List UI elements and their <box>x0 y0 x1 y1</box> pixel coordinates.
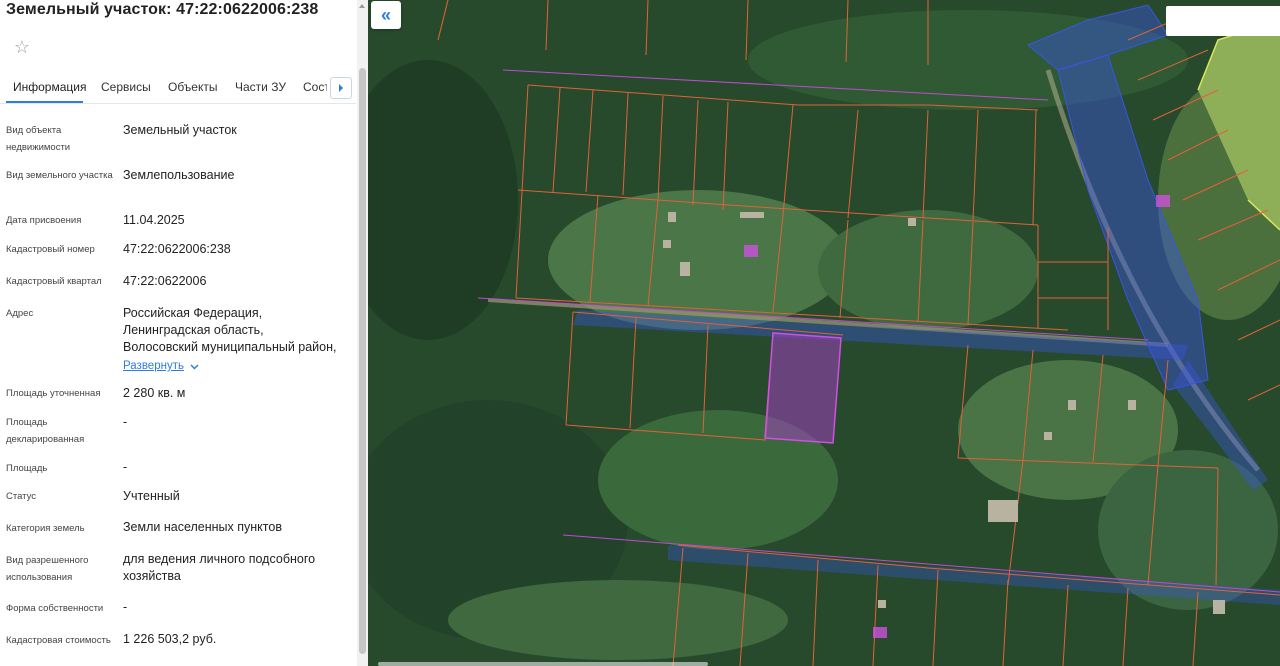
permitted-use-label: Вид разрешенного использования <box>6 555 89 583</box>
area-declared-label: Площадь декларированная <box>6 417 85 445</box>
cadastral-number-value: 47:22:0622006:238 <box>123 242 231 256</box>
cadastral-number-label: Кадастровый номер <box>6 244 95 255</box>
assigned-date-value: 11.04.2025 <box>123 213 185 227</box>
satellite-map[interactable] <box>368 0 1280 666</box>
address-line: Российская Федерация, <box>123 306 263 320</box>
expand-address-link[interactable]: Развернуть <box>123 358 199 375</box>
tab-composition[interactable]: Соста <box>303 80 327 94</box>
ownership-form-label: Форма собственности <box>6 603 104 614</box>
expand-label: Развернуть <box>123 360 184 372</box>
map-horizontal-scrollbar[interactable] <box>378 662 708 666</box>
area-declared-value: - <box>123 415 128 429</box>
tab-information[interactable]: Информация <box>13 80 86 94</box>
tab-services[interactable]: Сервисы <box>101 80 151 94</box>
tab-parts[interactable]: Части ЗУ <box>235 80 286 94</box>
chevron-right-icon[interactable] <box>330 77 352 99</box>
ownership-form-value: - <box>123 600 128 614</box>
plot-type-label: Вид земельного участка <box>6 170 113 181</box>
star-icon[interactable]: ☆ <box>6 32 38 62</box>
tab-objects[interactable]: Объекты <box>168 80 218 94</box>
area-label: Площадь <box>6 463 48 474</box>
area-specified-label: Площадь уточненная <box>6 388 101 399</box>
area-value: - <box>123 460 128 474</box>
status-label: Статус <box>6 491 37 502</box>
plot-type-value: Землепользование <box>123 168 235 182</box>
address-line: Ленинградская область, <box>123 323 264 337</box>
double-chevron-left-icon[interactable]: « <box>371 1 401 29</box>
object-type-value: Земельный участок <box>123 123 237 137</box>
cadastral-block-value: 47:22:0622006 <box>123 274 207 288</box>
info-panel: Земельный участок: 47:22:0622006:238 ☆ И… <box>0 0 368 666</box>
active-tab-indicator <box>6 101 83 103</box>
area-specified-value: 2 280 кв. м <box>123 386 186 400</box>
cadastral-value-value: 1 226 503,2 руб. <box>123 632 217 646</box>
scroll-thumb[interactable] <box>359 68 366 654</box>
cadastral-block-label: Кадастровый квартал <box>6 276 102 287</box>
address-value: Российская Федерация, Ленинградская обла… <box>123 305 353 375</box>
page-title: Земельный участок: 47:22:0622006:238 <box>6 1 319 18</box>
land-category-label: Категория земель <box>6 523 85 534</box>
permitted-use-value: для ведения личного подсобного хозяйства <box>123 552 316 583</box>
panel-scrollbar[interactable] <box>357 0 368 666</box>
map-view[interactable]: « <box>368 0 1280 666</box>
address-line: Волосовский муниципальный район, <box>123 340 337 354</box>
map-search-box[interactable] <box>1166 6 1280 36</box>
tab-bar: Информация Сервисы Объекты Части ЗУ Сост… <box>0 74 356 104</box>
scroll-up-icon[interactable] <box>359 4 365 8</box>
chevron-down-icon <box>190 363 199 370</box>
address-label: Адрес <box>6 308 34 319</box>
object-type-label: Вид объекта недвижимости <box>6 125 71 153</box>
cadastral-value-label: Кадастровая стоимость <box>6 635 111 646</box>
status-value: Учтенный <box>123 489 180 503</box>
land-category-value: Земли населенных пунктов <box>123 520 282 534</box>
assigned-date-label: Дата присвоения <box>6 215 82 226</box>
